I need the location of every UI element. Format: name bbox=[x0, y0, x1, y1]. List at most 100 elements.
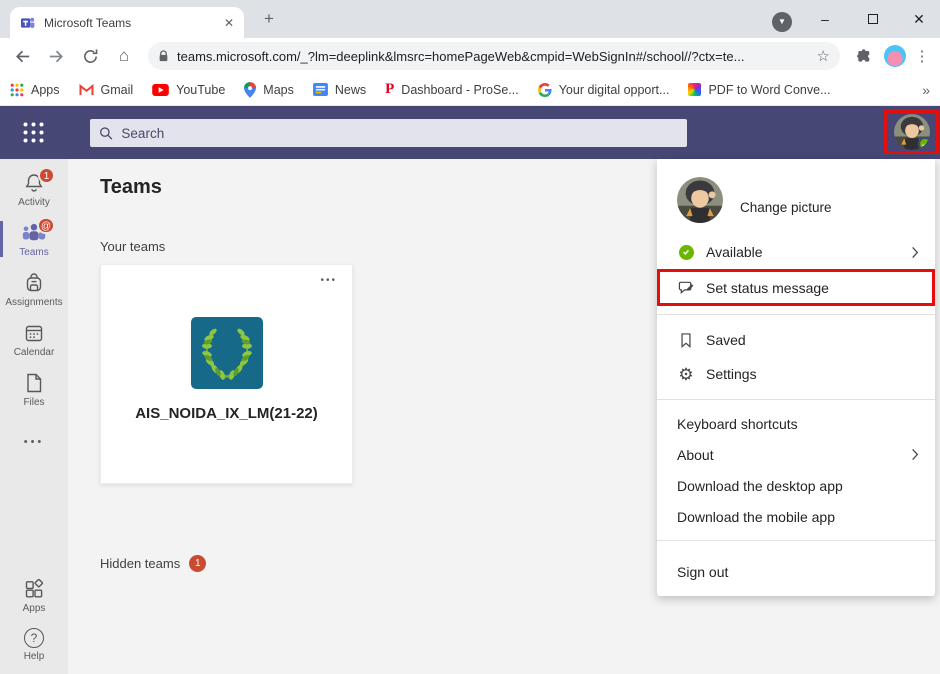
team-name[interactable]: AIS_NOIDA_IX_LM(21-22) bbox=[122, 403, 332, 424]
browser-profile-avatar[interactable] bbox=[884, 45, 906, 67]
extensions-puzzle-icon[interactable] bbox=[850, 42, 878, 70]
bookmark-dashboard[interactable]: P Dashboard - ProSe... bbox=[385, 81, 519, 98]
bookmark-label: Maps bbox=[263, 82, 294, 97]
change-picture-row[interactable]: Change picture bbox=[657, 159, 935, 235]
window-maximize-button[interactable] bbox=[856, 8, 890, 30]
set-status-message-label: Set status message bbox=[706, 279, 829, 296]
availability-label: Available bbox=[706, 244, 763, 260]
bookmark-label: YouTube bbox=[176, 82, 226, 97]
page-title: Teams bbox=[100, 176, 162, 198]
bookmark-label: News bbox=[334, 82, 367, 97]
maps-pin-icon bbox=[244, 81, 257, 98]
bookmark-star-icon[interactable]: ☆ bbox=[817, 47, 830, 65]
google-g-icon bbox=[537, 82, 552, 97]
sidebar-item-label: Apps bbox=[22, 603, 46, 614]
change-picture-label[interactable]: Change picture bbox=[740, 200, 832, 215]
menu-item-set-status-message[interactable]: Set status message bbox=[657, 269, 935, 306]
teams-header bbox=[0, 106, 940, 159]
back-icon[interactable] bbox=[8, 42, 36, 70]
address-bar[interactable]: teams.microsoft.com/_?lm=deeplink&lmsrc=… bbox=[148, 42, 840, 70]
waffle-icon[interactable] bbox=[21, 120, 46, 150]
window-minimize-button[interactable]: – bbox=[808, 8, 842, 30]
sidebar-item-label: Assignments bbox=[5, 297, 63, 308]
bookmark-news[interactable]: News bbox=[312, 82, 367, 97]
menu-item-download-desktop[interactable]: Download the desktop app bbox=[657, 470, 935, 501]
sidebar-item-activity[interactable]: 1 Activity bbox=[0, 164, 68, 214]
teams-left-rail: 1 Activity @ Teams Assignments Calendar … bbox=[0, 159, 68, 674]
bookmarks-overflow-chevron[interactable]: » bbox=[922, 82, 930, 98]
sidebar-item-calendar[interactable]: Calendar bbox=[0, 314, 68, 364]
menu-item-sign-out[interactable]: Sign out bbox=[657, 549, 935, 591]
tab-close-icon[interactable]: ✕ bbox=[224, 16, 234, 30]
sidebar-more-icon[interactable]: ••• bbox=[0, 436, 68, 448]
lock-icon bbox=[159, 50, 168, 62]
file-icon bbox=[27, 373, 42, 393]
youtube-icon bbox=[152, 83, 169, 96]
menu-item-about[interactable]: About bbox=[657, 439, 935, 470]
bookmark-pdf[interactable]: PDF to Word Conve... bbox=[688, 83, 831, 97]
sidebar-item-label: Teams bbox=[19, 247, 49, 258]
sidebar-item-apps[interactable]: Apps bbox=[0, 570, 68, 620]
profile-avatar-highlight-box bbox=[884, 110, 939, 154]
bookmark-label: Your digital opport... bbox=[558, 82, 670, 97]
gear-icon: ⚙ bbox=[678, 364, 694, 384]
home-icon[interactable]: ⌂ bbox=[110, 42, 138, 70]
sidebar-item-files[interactable]: Files bbox=[0, 364, 68, 414]
bookmark-gmail[interactable]: Gmail bbox=[78, 82, 134, 97]
tab-search-icon[interactable]: ▼ bbox=[772, 12, 792, 32]
window-close-button[interactable]: ✕ bbox=[902, 8, 936, 30]
menu-avatar[interactable] bbox=[677, 177, 723, 223]
team-card-more-icon[interactable]: ••• bbox=[320, 275, 337, 286]
sidebar-item-label: Calendar bbox=[13, 347, 55, 358]
download-desktop-label: Download the desktop app bbox=[677, 477, 843, 494]
bookmarks-bar: Apps Gmail YouTube Maps News P Dashboard… bbox=[0, 74, 940, 106]
help-icon: ? bbox=[24, 628, 44, 648]
bookmark-saved-icon bbox=[677, 332, 695, 349]
sidebar-item-teams[interactable]: @ Teams bbox=[0, 214, 68, 264]
bookmark-label: Gmail bbox=[100, 82, 134, 97]
menu-item-download-mobile[interactable]: Download the mobile app bbox=[657, 501, 935, 532]
menu-item-keyboard-shortcuts[interactable]: Keyboard shortcuts bbox=[657, 408, 935, 439]
calendar-icon bbox=[25, 325, 43, 342]
bookmark-youtube[interactable]: YouTube bbox=[152, 83, 225, 97]
teams-search-box[interactable] bbox=[90, 119, 687, 147]
search-icon bbox=[100, 126, 113, 140]
browser-window: Microsoft Teams ✕ + ▼ – ✕ ⌂ teams.micros… bbox=[0, 0, 940, 674]
hidden-teams-row[interactable]: Hidden teams 1 bbox=[100, 555, 207, 572]
bookmark-maps[interactable]: Maps bbox=[244, 81, 294, 98]
menu-item-settings[interactable]: ⚙ Settings bbox=[657, 357, 935, 391]
search-input[interactable] bbox=[121, 125, 678, 141]
status-message-icon bbox=[677, 279, 695, 296]
available-status-icon bbox=[917, 137, 930, 150]
activity-badge: 1 bbox=[38, 167, 55, 184]
new-tab-button[interactable]: + bbox=[258, 9, 280, 29]
sign-out-label: Sign out bbox=[677, 564, 729, 580]
teams-favicon-icon bbox=[21, 17, 35, 28]
browser-menu-icon[interactable]: ⋮ bbox=[912, 47, 932, 65]
menu-divider bbox=[657, 314, 935, 315]
menu-item-saved[interactable]: Saved bbox=[657, 323, 935, 357]
sidebar-item-label: Help bbox=[23, 651, 45, 662]
sidebar-item-help[interactable]: ? Help bbox=[0, 620, 68, 674]
bookmark-label: Dashboard - ProSe... bbox=[401, 82, 519, 97]
sidebar-item-assignments[interactable]: Assignments bbox=[0, 264, 68, 314]
apps-grid-icon bbox=[10, 83, 24, 96]
profile-avatar[interactable] bbox=[893, 114, 930, 150]
menu-item-availability[interactable]: Available bbox=[657, 235, 935, 269]
saved-label: Saved bbox=[706, 332, 746, 348]
url-text: teams.microsoft.com/_?lm=deeplink&lmsrc=… bbox=[177, 48, 745, 64]
menu-divider bbox=[657, 399, 935, 400]
settings-label: Settings bbox=[706, 366, 757, 382]
team-card[interactable]: ••• AIS_NOIDA_IX_LM(21-22) bbox=[100, 264, 353, 484]
pdf-grid-icon bbox=[688, 83, 702, 96]
forward-icon[interactable] bbox=[42, 42, 70, 70]
keyboard-shortcuts-label: Keyboard shortcuts bbox=[677, 415, 798, 432]
available-check-icon bbox=[677, 244, 695, 260]
bookmark-apps[interactable]: Apps bbox=[10, 83, 60, 97]
pinterest-icon: P bbox=[385, 81, 395, 97]
your-teams-label: Your teams bbox=[100, 239, 166, 254]
reload-icon[interactable] bbox=[76, 42, 104, 70]
bookmark-digital[interactable]: Your digital opport... bbox=[537, 82, 670, 97]
browser-tab[interactable]: Microsoft Teams ✕ bbox=[10, 7, 244, 38]
